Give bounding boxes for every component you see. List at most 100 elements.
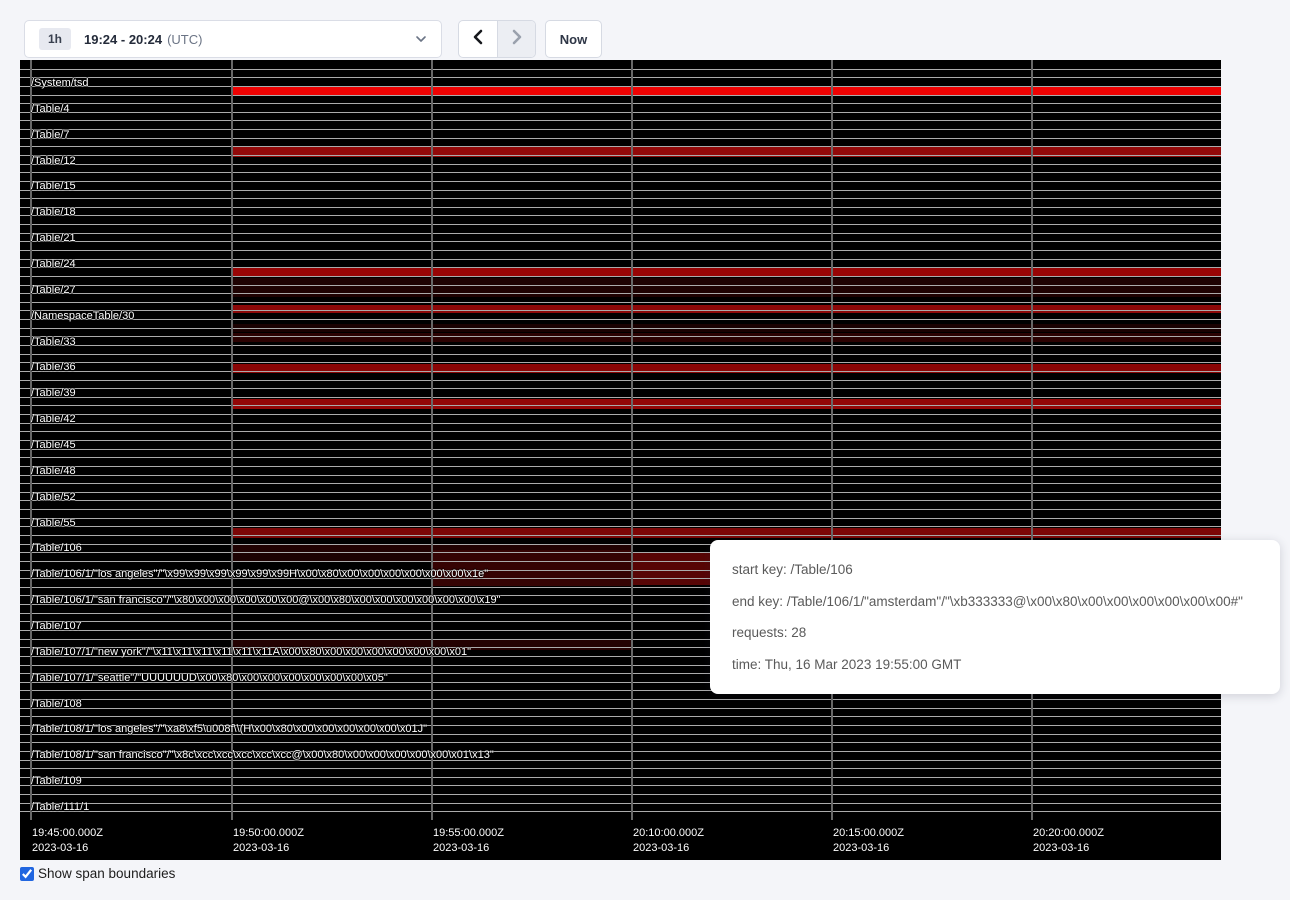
span-boundary-line xyxy=(20,293,1221,294)
span-boundary-line xyxy=(20,129,1221,130)
span-key-label: /System/tsd xyxy=(31,77,88,90)
span-boundary-line xyxy=(20,509,1221,510)
span-boundary-line xyxy=(20,518,1221,519)
time-axis-tick: 20:15:00.000Z2023-03-16 xyxy=(833,826,904,856)
span-key-label: /Table/33 xyxy=(31,336,76,349)
span-boundary-line xyxy=(20,172,1221,173)
span-boundary-line xyxy=(20,362,1221,363)
span-boundary-line xyxy=(20,785,1221,786)
now-button[interactable]: Now xyxy=(545,20,602,58)
span-key-label: /Table/45 xyxy=(31,439,76,452)
span-key-label: /Table/106/1/"los angeles"/"\x99\x99\x99… xyxy=(31,568,488,581)
span-key-label: /NamespaceTable/30 xyxy=(31,310,134,323)
heat-band xyxy=(231,305,1221,313)
span-boundary-line xyxy=(20,328,1221,329)
time-axis-tick: 20:20:00.000Z2023-03-16 xyxy=(1033,826,1104,856)
span-boundary-line xyxy=(20,345,1221,346)
time-gridline xyxy=(1031,60,1033,820)
span-boundary-line xyxy=(20,95,1221,96)
span-boundary-line xyxy=(20,336,1221,337)
footer-row: Show span boundaries xyxy=(20,866,175,881)
span-boundary-line xyxy=(20,224,1221,225)
span-boundary-line xyxy=(20,146,1221,147)
time-axis-tick: 19:50:00.000Z2023-03-16 xyxy=(233,826,304,856)
span-key-label: /Table/12 xyxy=(31,155,76,168)
span-key-label: /Table/21 xyxy=(31,232,76,245)
span-boundary-line xyxy=(20,77,1221,78)
time-gridline xyxy=(431,60,433,820)
time-axis-tick: 19:45:00.000Z2023-03-16 xyxy=(32,826,103,856)
span-key-label: /Table/36 xyxy=(31,361,76,374)
span-key-label: /Table/108/1/"los angeles"/"\xa8\xf5\u00… xyxy=(31,723,427,736)
span-boundary-line xyxy=(20,777,1221,778)
span-boundary-line xyxy=(20,215,1221,216)
span-boundary-line xyxy=(20,483,1221,484)
span-key-label: /Table/106/1/"san francisco"/"\x80\x00\x… xyxy=(31,594,501,607)
next-time-button[interactable] xyxy=(497,21,535,57)
span-key-label: /Table/4 xyxy=(31,103,70,116)
span-key-label: /Table/48 xyxy=(31,465,76,478)
heat-band xyxy=(231,528,1221,538)
heat-band xyxy=(231,333,1221,342)
span-boundary-line xyxy=(20,138,1221,139)
tooltip: start key: /Table/106 end key: /Table/10… xyxy=(710,540,1280,694)
time-axis: 19:45:00.000Z2023-03-16 19:50:00.000Z2023… xyxy=(20,820,1221,860)
span-boundary-line xyxy=(20,414,1221,415)
chevron-right-icon xyxy=(511,29,523,50)
span-boundary-line xyxy=(20,500,1221,501)
span-boundary-line xyxy=(20,380,1221,381)
span-boundary-line xyxy=(20,423,1221,424)
key-visualizer-canvas[interactable]: /System/tsd/Table/4/Table/7/Table/12/Tab… xyxy=(20,60,1221,860)
span-key-label: /Table/7 xyxy=(31,129,70,142)
chevron-left-icon xyxy=(472,29,484,50)
span-boundary-line xyxy=(20,811,1221,812)
span-boundary-line xyxy=(20,708,1221,709)
span-key-label: /Table/39 xyxy=(31,387,76,400)
show-span-boundaries-checkbox[interactable] xyxy=(20,867,34,881)
span-key-label: /Table/107 xyxy=(31,620,82,633)
span-key-label: /Table/108 xyxy=(31,698,82,711)
span-boundary-line xyxy=(20,742,1221,743)
heat-band xyxy=(231,399,1221,409)
time-gridline xyxy=(231,60,233,820)
chevron-down-icon xyxy=(415,30,427,48)
span-key-label: /Table/18 xyxy=(31,206,76,219)
span-boundary-line xyxy=(20,768,1221,769)
span-boundary-line xyxy=(20,198,1221,199)
span-boundary-line xyxy=(20,241,1221,242)
show-span-boundaries-label: Show span boundaries xyxy=(38,866,175,881)
time-shift-group xyxy=(458,20,536,58)
span-boundary-line xyxy=(20,526,1221,527)
tooltip-requests: requests: 28 xyxy=(732,625,1280,640)
span-boundary-line xyxy=(20,86,1221,87)
span-boundary-line xyxy=(20,285,1221,286)
span-key-label: /Table/106 xyxy=(31,542,82,555)
range-duration-badge: 1h xyxy=(39,28,71,50)
time-range-selector[interactable]: 1h 19:24 - 20:24 (UTC) xyxy=(24,20,442,58)
span-boundary-line xyxy=(20,535,1221,536)
span-boundary-line xyxy=(20,103,1221,104)
span-boundary-line xyxy=(20,207,1221,208)
span-boundary-line xyxy=(20,794,1221,795)
span-boundary-line xyxy=(20,431,1221,432)
range-timezone: (UTC) xyxy=(167,32,202,47)
span-boundary-line xyxy=(20,466,1221,467)
span-boundary-line xyxy=(20,310,1221,311)
prev-time-button[interactable] xyxy=(459,21,497,57)
time-gridline xyxy=(631,60,633,820)
span-boundary-line xyxy=(20,354,1221,355)
span-boundary-line xyxy=(20,397,1221,398)
span-boundary-line xyxy=(20,112,1221,113)
span-boundary-line xyxy=(20,371,1221,372)
span-boundary-line xyxy=(20,716,1221,717)
span-boundary-line xyxy=(20,475,1221,476)
span-boundary-line xyxy=(20,181,1221,182)
span-key-label: /Table/111/1 xyxy=(31,801,89,814)
span-key-label: /Table/52 xyxy=(31,491,76,504)
span-boundary-line xyxy=(20,492,1221,493)
span-boundary-line xyxy=(20,699,1221,700)
span-boundary-line xyxy=(20,457,1221,458)
span-boundary-line xyxy=(20,190,1221,191)
span-key-label: /Table/42 xyxy=(31,413,76,426)
span-boundary-line xyxy=(20,120,1221,121)
